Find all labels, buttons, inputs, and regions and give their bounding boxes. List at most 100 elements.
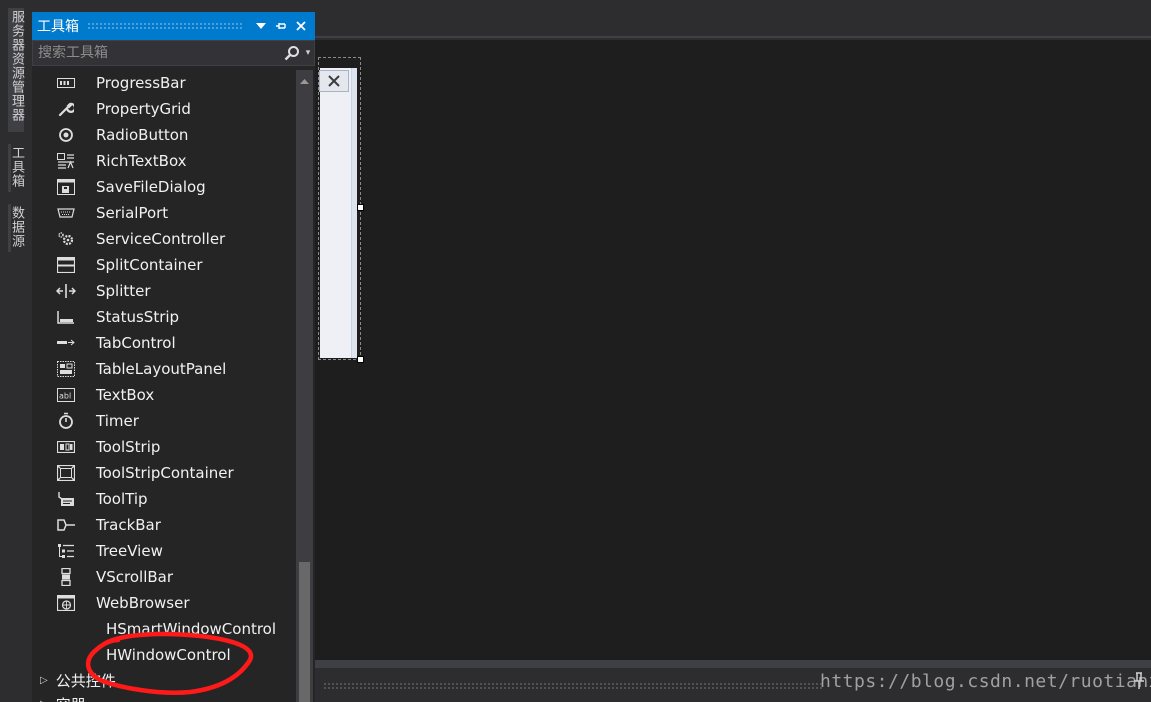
form-border xyxy=(352,68,357,358)
search-input[interactable] xyxy=(33,41,282,65)
toolstrip-container-icon xyxy=(56,463,76,483)
toolbox-item-tabcontrol[interactable]: TabControl xyxy=(32,330,293,356)
toolbox-item-trackbar[interactable]: TrackBar xyxy=(32,512,293,538)
toolbox-group-common-controls[interactable]: ▷ 公共控件 xyxy=(40,670,116,691)
toolbox-item-splitter[interactable]: Splitter xyxy=(32,278,293,304)
toolbox-item-label: VScrollBar xyxy=(96,568,174,586)
timer-icon xyxy=(56,411,76,431)
toolbox-item-savefiledialog[interactable]: SaveFileDialog xyxy=(32,174,293,200)
toolbox-item-label: Splitter xyxy=(96,282,151,300)
toolbox-item-label: PropertyGrid xyxy=(96,100,191,118)
pin-icon[interactable] xyxy=(271,16,291,36)
gear-icon xyxy=(56,229,76,249)
toolbox-item-label: ToolStripContainer xyxy=(96,464,234,482)
table-layout-icon xyxy=(56,359,76,379)
search-icon[interactable] xyxy=(282,43,302,63)
designer-form[interactable] xyxy=(318,57,361,360)
toolbox-item-vscrollbar[interactable]: VScrollBar xyxy=(32,564,293,590)
close-x-icon xyxy=(328,75,340,87)
toolbox-title: 工具箱 xyxy=(37,19,79,35)
toolbox-item-label: TreeView xyxy=(96,542,163,560)
title-grip[interactable] xyxy=(87,22,243,30)
search-options-chevron-icon[interactable]: ▾ xyxy=(302,48,314,58)
resize-handle-bottom-right[interactable] xyxy=(357,356,364,363)
webbrowser-icon xyxy=(56,593,76,613)
status-strip-icon xyxy=(56,307,76,327)
progressbar-icon xyxy=(56,73,76,93)
toolbox-item-toolstripcontainer[interactable]: ToolStripContainer xyxy=(32,460,293,486)
toolbox-item-label: SerialPort xyxy=(96,204,169,222)
toolbox-item-hsmartwindowcontrol[interactable]: HSmartWindowControl xyxy=(32,616,293,642)
save-dialog-icon xyxy=(56,177,76,197)
close-icon[interactable] xyxy=(291,16,311,36)
splitter-icon xyxy=(56,281,76,301)
toolbox-item-label: WebBrowser xyxy=(96,594,190,612)
bottom-panel-grip[interactable] xyxy=(323,682,823,690)
toolbox-item-radiobutton[interactable]: RadioButton xyxy=(32,122,293,148)
wrench-icon xyxy=(56,99,76,119)
toolbox-item-label: HSmartWindowControl xyxy=(106,620,277,638)
toolbox-item-textbox[interactable]: abl TextBox xyxy=(32,382,293,408)
serial-port-icon xyxy=(56,203,76,223)
toolbox-item-label: TrackBar xyxy=(96,516,161,534)
svg-text:abl: abl xyxy=(59,392,71,401)
tooltip-icon xyxy=(56,489,76,509)
toolbox-item-richtextbox[interactable]: RichTextBox xyxy=(32,148,293,174)
toolbox-item-splitcontainer[interactable]: SplitContainer xyxy=(32,252,293,278)
toolbox-panel: 工具箱 ▾ ProgressBar PropertyGrid xyxy=(32,12,315,702)
toolbox-item-label: ProgressBar xyxy=(96,74,186,92)
dropdown-arrow-icon[interactable] xyxy=(251,16,271,36)
toolbox-item-tooltip[interactable]: ToolTip xyxy=(32,486,293,512)
toolbox-item-toolstrip[interactable]: ToolStrip xyxy=(32,434,293,460)
toolbox-item-label: ToolTip xyxy=(96,490,148,508)
toolbox-item-propertygrid[interactable]: PropertyGrid xyxy=(32,96,293,122)
toolbox-item-label: SplitContainer xyxy=(96,256,203,274)
toolbox-item-tablelayoutpanel[interactable]: TableLayoutPanel xyxy=(32,356,293,382)
toolbox-item-statusstrip[interactable]: StatusStrip xyxy=(32,304,293,330)
split-container-icon xyxy=(56,255,76,275)
form-close-button[interactable] xyxy=(319,70,349,92)
richtextbox-icon xyxy=(56,151,76,171)
toolbox-item-label: TableLayoutPanel xyxy=(96,360,227,378)
toolbox-item-webbrowser[interactable]: WebBrowser xyxy=(32,590,293,616)
treeview-icon xyxy=(56,541,76,561)
toolbox-item-label: HWindowControl xyxy=(106,646,231,664)
toolbox-item-hwindowcontrol[interactable]: HWindowControl xyxy=(32,642,293,668)
document-tab-well xyxy=(315,0,1151,38)
toolbox-title-bar: 工具箱 xyxy=(32,12,315,40)
toolbox-group-containers[interactable]: ▷ 容器 xyxy=(40,694,86,702)
scrollbar-thumb[interactable] xyxy=(299,562,310,702)
pin-icon[interactable] xyxy=(1132,672,1146,690)
designer-surface xyxy=(315,40,1151,660)
toolbox-scrollbar[interactable] xyxy=(296,70,313,702)
side-tab-data-sources[interactable]: 数据源 xyxy=(8,204,24,252)
side-tab-server-explorer[interactable]: 服务器资源管理器 xyxy=(8,8,24,132)
expand-triangle-icon[interactable]: ▷ xyxy=(40,675,48,686)
toolbox-item-label: ServiceController xyxy=(96,230,226,248)
scroll-up-arrow-icon[interactable] xyxy=(296,74,313,88)
side-tab-toolbox[interactable]: 工具箱 xyxy=(8,144,24,192)
form-client-area xyxy=(320,68,352,358)
toolbox-item-servicecontroller[interactable]: ServiceController xyxy=(32,226,293,252)
toolbox-group-label: 公共控件 xyxy=(55,672,116,690)
toolbox-item-timer[interactable]: Timer xyxy=(32,408,293,434)
textbox-icon: abl xyxy=(56,385,76,405)
toolbox-item-list: ProgressBar PropertyGrid RadioButton Ric… xyxy=(32,70,293,702)
watermark-text: https://blog.csdn.net/ruotianxia xyxy=(820,671,1151,692)
side-tab-strip: 服务器资源管理器 工具箱 数据源 xyxy=(0,0,32,702)
toolbox-item-progressbar[interactable]: ProgressBar xyxy=(32,70,293,96)
toolbox-item-label: ToolStrip xyxy=(96,438,161,456)
toolbox-item-label: TabControl xyxy=(96,334,176,352)
toolbox-item-serialport[interactable]: SerialPort xyxy=(32,200,293,226)
vscrollbar-icon xyxy=(56,567,76,587)
resize-handle-right[interactable] xyxy=(357,204,364,211)
toolbox-item-label: TextBox xyxy=(96,386,155,404)
toolbox-item-label: StatusStrip xyxy=(96,308,180,326)
toolbox-item-label: Timer xyxy=(96,412,139,430)
toolbox-search-box: ▾ xyxy=(32,40,315,66)
toolbox-item-treeview[interactable]: TreeView xyxy=(32,538,293,564)
radio-icon xyxy=(56,125,76,145)
toolbox-group-label: 容器 xyxy=(56,694,86,702)
tab-control-icon xyxy=(56,333,76,353)
trackbar-icon xyxy=(56,515,76,535)
